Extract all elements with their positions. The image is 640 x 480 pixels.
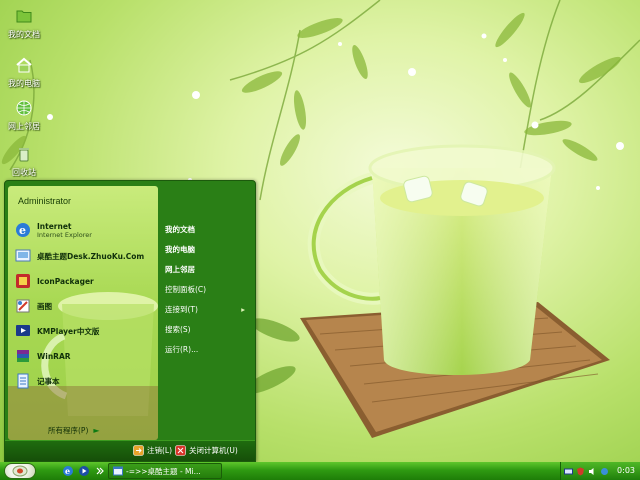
start-orb-icon	[12, 465, 28, 477]
internet-explorer-icon: e	[14, 221, 32, 239]
paint-icon	[14, 297, 32, 315]
clock[interactable]: 0:03	[617, 466, 635, 475]
quicklaunch-ie-icon[interactable]: e	[62, 465, 74, 477]
tray-network-icon[interactable]	[564, 467, 573, 476]
iconpackager-icon	[14, 272, 32, 290]
desktop-theme-icon	[14, 247, 32, 265]
taskbar-window-button[interactable]: -=>>桌酷主题 - Mi...	[108, 463, 222, 479]
tray-volume-icon[interactable]	[588, 467, 597, 476]
submenu-arrow-icon: ▸	[241, 304, 245, 314]
start-menu-places-panel: 我的文档 我的电脑 网上邻居 控制面板(C) 连接到(T) ▸ 搜索(S) 运行(…	[161, 219, 251, 359]
quicklaunch-expand-icon[interactable]	[94, 465, 106, 477]
logoff-icon	[133, 445, 144, 456]
recycle-bin-icon	[14, 144, 34, 164]
start-menu-item-winrar[interactable]: WinRAR	[14, 346, 154, 366]
home-computer-icon	[14, 55, 34, 75]
desktop-icon-my-documents[interactable]: 我的文档	[0, 6, 48, 40]
logoff-button[interactable]: 注销(L)	[133, 445, 172, 456]
places-network[interactable]: 网上邻居	[161, 259, 251, 279]
places-run[interactable]: 运行(R)...	[161, 339, 251, 359]
notepad-icon	[14, 372, 32, 390]
start-menu-item-desktop-theme[interactable]: 桌酷主题Desk.ZhuoKu.Com	[14, 246, 154, 266]
start-menu-item-iconpackager[interactable]: IconPackager	[14, 271, 154, 291]
tray-messenger-icon[interactable]	[600, 467, 609, 476]
willow-leaves	[1, 12, 621, 166]
arrow-right-icon: ►	[93, 425, 100, 435]
svg-text:e: e	[65, 466, 70, 476]
places-search[interactable]: 搜索(S)	[161, 319, 251, 339]
desktop-icon-network[interactable]: 网上邻居	[0, 98, 48, 132]
start-button[interactable]	[4, 463, 36, 479]
places-my-computer[interactable]: 我的电脑	[161, 239, 251, 259]
shutdown-button[interactable]: 关闭计算机(U)	[175, 445, 238, 456]
start-menu-user-name: Administrator	[18, 196, 72, 206]
svg-text:e: e	[19, 224, 26, 237]
desktop-icon-my-computer[interactable]: 我的电脑	[0, 55, 48, 89]
tray-shield-icon[interactable]	[576, 467, 585, 476]
quicklaunch-media-icon[interactable]	[78, 465, 90, 477]
start-menu-item-paint[interactable]: 画图	[14, 296, 154, 316]
start-menu-item-kmplayer[interactable]: KMPlayer中文版	[14, 321, 154, 341]
winrar-icon	[14, 347, 32, 365]
places-connect-to[interactable]: 连接到(T) ▸	[161, 299, 251, 319]
all-programs-button[interactable]: 所有程序(P) ►	[14, 422, 158, 438]
network-globe-icon	[14, 98, 34, 118]
system-tray: 0:03	[560, 462, 640, 480]
places-control-panel[interactable]: 控制面板(C)	[161, 279, 251, 299]
window-app-icon	[113, 466, 123, 476]
taskbar: e -=>>桌酷主题 - Mi... 0:03	[0, 462, 640, 480]
start-menu-item-notepad[interactable]: 记事本	[14, 371, 154, 391]
places-my-documents[interactable]: 我的文档	[161, 219, 251, 239]
start-menu-programs-panel: Administrator e Internet Internet Explor…	[8, 186, 158, 440]
start-menu-footer: 注销(L) 关闭计算机(U)	[5, 440, 255, 461]
start-menu: Administrator e Internet Internet Explor…	[4, 180, 256, 462]
power-icon	[175, 445, 186, 456]
kmplayer-icon	[14, 322, 32, 340]
desktop-icon-recycle-bin[interactable]: 回收站	[0, 144, 48, 178]
start-menu-item-internet[interactable]: e Internet Internet Explorer	[14, 220, 154, 240]
folder-icon	[14, 6, 34, 26]
